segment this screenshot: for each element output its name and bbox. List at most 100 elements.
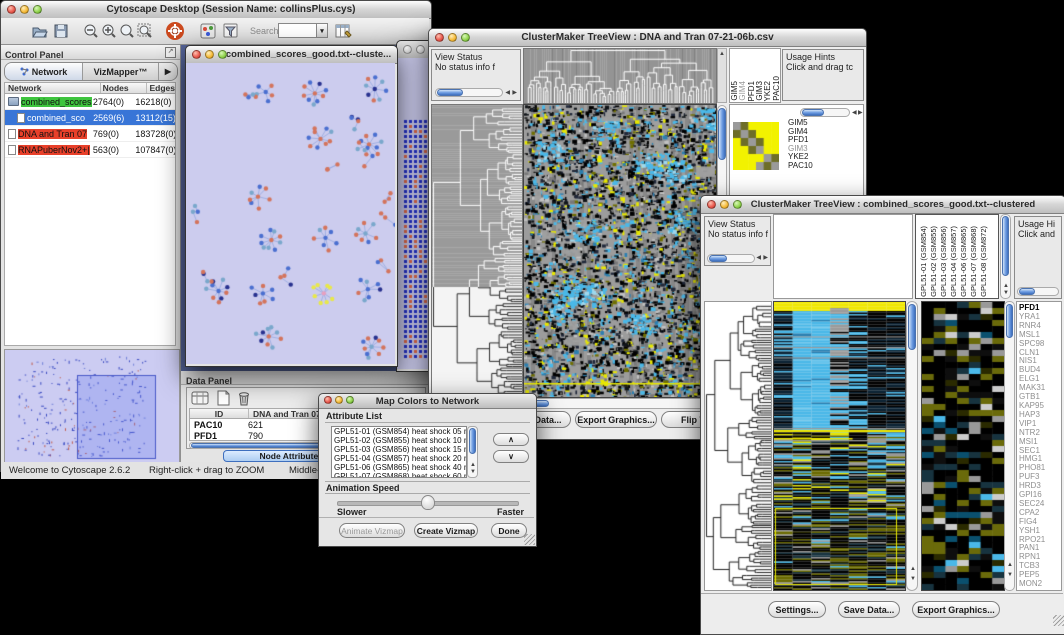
- tv2-export-graphics-button[interactable]: Export Graphics...: [912, 601, 1000, 618]
- search-dropdown-arrow[interactable]: ▾: [316, 23, 328, 38]
- minimize-button[interactable]: [20, 5, 29, 14]
- zoom-selected-icon[interactable]: [119, 23, 135, 39]
- zoom-out-icon[interactable]: [83, 23, 99, 39]
- help-lifering-icon[interactable]: [166, 22, 184, 40]
- close-button[interactable]: [707, 200, 716, 209]
- network-list-item[interactable]: combined_scores2764(0)16218(0): [5, 94, 175, 110]
- tv2-heatmap-vscrollbar[interactable]: ▲ ▼: [906, 301, 918, 591]
- dialog-resize-grip[interactable]: [524, 534, 535, 545]
- column-label[interactable]: PAC10: [772, 49, 780, 102]
- attribute-list-item[interactable]: GPL51-02 (GSM855) heat shock 10 min: [332, 436, 466, 445]
- column-label[interactable]: YKE2: [763, 49, 771, 102]
- speed-slider-thumb[interactable]: [421, 495, 435, 510]
- column-label[interactable]: GPL51-07 (GSM868): [969, 216, 979, 298]
- column-label[interactable]: PFD1: [747, 49, 755, 102]
- attribute-table-icon[interactable]: [335, 23, 353, 39]
- attr-scroll-down[interactable]: ▼: [470, 469, 476, 475]
- new-attribute-icon[interactable]: [215, 390, 231, 406]
- zoom-button[interactable]: [346, 396, 354, 404]
- network-list-item[interactable]: RNAPuberNov2+|563(0)107847(0): [5, 142, 175, 158]
- window-controls[interactable]: [7, 5, 42, 14]
- column-label[interactable]: GPL51-06 (GSM865): [959, 216, 969, 298]
- close-button[interactable]: [403, 45, 412, 54]
- zoom-button[interactable]: [733, 200, 742, 209]
- done-button[interactable]: Done: [491, 523, 527, 538]
- tv2-settings-button[interactable]: Settings...: [768, 601, 826, 618]
- minimize-button[interactable]: [720, 200, 729, 209]
- tv1-hints-scroll-left[interactable]: ◀: [852, 110, 857, 116]
- tv1-hints-scrollbar[interactable]: [800, 108, 850, 117]
- close-button[interactable]: [192, 50, 201, 59]
- tv2-resize-grip[interactable]: [1053, 615, 1064, 626]
- tv1-status-scroll-right[interactable]: ▶: [512, 90, 517, 96]
- column-label[interactable]: GPL51-03 (GSM856): [939, 216, 949, 298]
- minimize-button[interactable]: [205, 50, 214, 59]
- tv2-status-scroll-right[interactable]: ▶: [763, 255, 768, 261]
- column-label[interactable]: GPL51-01 (GSM854): [919, 216, 929, 298]
- close-button[interactable]: [7, 5, 16, 14]
- tv1-scroll-up[interactable]: ▲: [719, 51, 725, 57]
- tv2-zoom-heatmap[interactable]: [921, 301, 1005, 591]
- treeview1-title-bar[interactable]: ClusterMaker TreeView : DNA and Tran 07-…: [429, 29, 866, 47]
- gene-label[interactable]: PAC10: [788, 162, 813, 171]
- column-label[interactable]: GPL51-04 (GSM857): [949, 216, 959, 298]
- delete-attribute-icon[interactable]: [236, 390, 251, 406]
- tv2-hints-scrollbar[interactable]: [1017, 287, 1059, 296]
- birdseye-view[interactable]: [4, 349, 180, 463]
- minimize-button[interactable]: [416, 45, 425, 54]
- tv1-hints-scroll-right[interactable]: ▶: [858, 110, 863, 116]
- tab-network[interactable]: Network: [5, 63, 83, 80]
- tv2-status-scroll-left[interactable]: ◀: [756, 255, 761, 261]
- tv1-status-scroll-left[interactable]: ◀: [505, 90, 510, 96]
- close-button[interactable]: [324, 396, 332, 404]
- tab-vizmapper[interactable]: VizMapper™: [83, 63, 159, 80]
- zoom-button[interactable]: [461, 33, 470, 42]
- float-panel-icon[interactable]: ↗: [165, 47, 176, 58]
- tab-overflow-arrow[interactable]: ▶: [159, 63, 177, 80]
- move-attribute-up-button[interactable]: ∧: [493, 433, 529, 446]
- tv1-row-dendrogram[interactable]: [431, 104, 523, 398]
- minimize-button[interactable]: [448, 33, 457, 42]
- column-label[interactable]: GIM4: [738, 49, 746, 102]
- close-button[interactable]: [435, 33, 444, 42]
- tv1-status-scrollbar[interactable]: [435, 88, 503, 97]
- attr-scroll-up[interactable]: ▲: [470, 462, 476, 468]
- tv2-heatmap[interactable]: [773, 301, 906, 591]
- minimize-button[interactable]: [335, 396, 343, 404]
- select-attributes-icon[interactable]: [191, 390, 211, 406]
- filter-icon[interactable]: [223, 23, 240, 39]
- tv2-labels-vscrollbar[interactable]: ▲ ▼: [1000, 214, 1011, 299]
- tv2-heat-scroll-up[interactable]: ▲: [910, 566, 916, 572]
- network-view-canvas[interactable]: [186, 63, 395, 364]
- zoom-button[interactable]: [218, 50, 227, 59]
- zoom-fit-icon[interactable]: [137, 23, 153, 39]
- annotation-icon[interactable]: [200, 23, 216, 39]
- tv1-correlation-matrix[interactable]: [733, 122, 779, 170]
- tv2-labels-scroll-down[interactable]: ▼: [1003, 290, 1009, 296]
- tv1-heatmap-hscrollbar[interactable]: [507, 398, 715, 409]
- tv2-save-data-button[interactable]: Save Data...: [838, 601, 900, 618]
- attribute-list-item[interactable]: GPL51-03 (GSM856) heat shock 15 min: [332, 445, 466, 454]
- column-label[interactable]: GPL51-08 (GSM872): [979, 216, 989, 298]
- network-window-1-title-bar[interactable]: combined_scores_good.txt--cluste...: [186, 46, 397, 64]
- attribute-list-item[interactable]: GPL51-07 (GSM868) heat shock 60 min: [332, 472, 466, 478]
- create-vizmap-button[interactable]: Create Vizmap: [414, 523, 478, 538]
- zoom-button[interactable]: [33, 5, 42, 14]
- column-label[interactable]: GPL51-02 (GSM855): [929, 216, 939, 298]
- tv2-row-dendrogram[interactable]: [704, 301, 772, 591]
- network-list-item[interactable]: combined_sco2569(6)13112(15): [5, 110, 175, 126]
- zoom-in-icon[interactable]: [101, 23, 117, 39]
- attribute-list-item[interactable]: GPL51-01 (GSM854) heat shock 05 min: [332, 427, 466, 436]
- attribute-list-item[interactable]: GPL51-06 (GSM865) heat shock 40 min: [332, 463, 466, 472]
- tv1-heatmap[interactable]: [523, 104, 717, 398]
- dialog-title-bar[interactable]: Map Colors to Network: [319, 394, 536, 409]
- attribute-list-item[interactable]: GPL51-04 (GSM857) heat shock 20 min: [332, 454, 466, 463]
- tv1-column-dendrogram[interactable]: [523, 48, 717, 104]
- move-attribute-down-button[interactable]: ∨: [493, 450, 529, 463]
- search-input[interactable]: [278, 23, 318, 38]
- gene-label[interactable]: MON2: [1019, 580, 1061, 589]
- tv2-heat-scroll-down[interactable]: ▼: [910, 576, 916, 582]
- tv1-export-graphics-button[interactable]: Export Graphics...: [575, 411, 657, 428]
- treeview2-title-bar[interactable]: ClusterMaker TreeView : combined_scores_…: [701, 196, 1064, 214]
- tv2-genes-scroll-up[interactable]: ▲: [1007, 562, 1013, 568]
